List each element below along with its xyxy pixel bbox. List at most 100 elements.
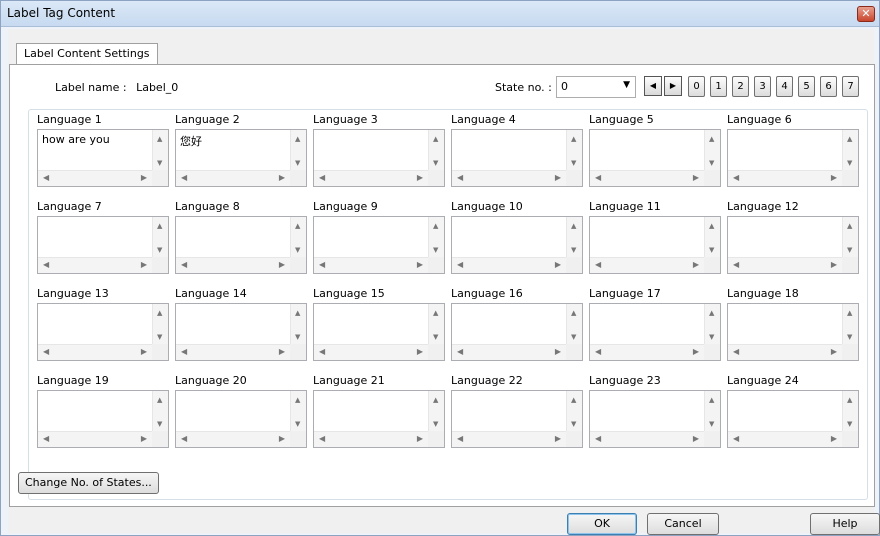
scroll-right-icon[interactable]: ▶ (417, 347, 423, 356)
scroll-down-icon[interactable]: ▼ (571, 420, 576, 428)
language-textbox[interactable]: ▲ ▼ ◀ ▶ (727, 129, 859, 187)
scroll-down-icon[interactable]: ▼ (571, 159, 576, 167)
language-textbox[interactable]: 您好 ▲ ▼ ◀ ▶ (175, 129, 307, 187)
scroll-right-icon[interactable]: ▶ (831, 347, 837, 356)
vertical-scrollbar[interactable]: ▲ ▼ (152, 130, 168, 171)
vertical-scrollbar[interactable]: ▲ ▼ (566, 217, 582, 258)
scroll-left-icon[interactable]: ◀ (43, 260, 49, 269)
scroll-left-icon[interactable]: ◀ (319, 347, 325, 356)
scroll-left-icon[interactable]: ◀ (457, 260, 463, 269)
scroll-left-icon[interactable]: ◀ (181, 347, 187, 356)
scroll-up-icon[interactable]: ▲ (571, 396, 576, 404)
scroll-right-icon[interactable]: ▶ (279, 434, 285, 443)
scroll-up-icon[interactable]: ▲ (433, 222, 438, 230)
scroll-left-icon[interactable]: ◀ (181, 260, 187, 269)
language-textbox[interactable]: ▲ ▼ ◀ ▶ (37, 390, 169, 448)
scroll-left-icon[interactable]: ◀ (595, 260, 601, 269)
horizontal-scrollbar[interactable]: ◀ ▶ (452, 257, 566, 273)
language-textbox[interactable]: how are you ▲ ▼ ◀ ▶ (37, 129, 169, 187)
language-textbox[interactable]: ▲ ▼ ◀ ▶ (451, 129, 583, 187)
vertical-scrollbar[interactable]: ▲ ▼ (428, 391, 444, 432)
scroll-down-icon[interactable]: ▼ (433, 159, 438, 167)
scroll-left-icon[interactable]: ◀ (733, 173, 739, 182)
horizontal-scrollbar[interactable]: ◀ ▶ (38, 170, 152, 186)
scroll-right-icon[interactable]: ▶ (831, 434, 837, 443)
scroll-left-icon[interactable]: ◀ (319, 173, 325, 182)
horizontal-scrollbar[interactable]: ◀ ▶ (176, 344, 290, 360)
scroll-right-icon[interactable]: ▶ (831, 260, 837, 269)
scroll-right-icon[interactable]: ▶ (141, 347, 147, 356)
scroll-up-icon[interactable]: ▲ (571, 222, 576, 230)
scroll-left-icon[interactable]: ◀ (733, 347, 739, 356)
scroll-up-icon[interactable]: ▲ (709, 135, 714, 143)
vertical-scrollbar[interactable]: ▲ ▼ (566, 130, 582, 171)
scroll-left-icon[interactable]: ◀ (595, 434, 601, 443)
vertical-scrollbar[interactable]: ▲ ▼ (566, 391, 582, 432)
horizontal-scrollbar[interactable]: ◀ ▶ (728, 257, 842, 273)
horizontal-scrollbar[interactable]: ◀ ▶ (728, 344, 842, 360)
language-textbox[interactable]: ▲ ▼ ◀ ▶ (589, 390, 721, 448)
vertical-scrollbar[interactable]: ▲ ▼ (842, 217, 858, 258)
scroll-up-icon[interactable]: ▲ (709, 309, 714, 317)
vertical-scrollbar[interactable]: ▲ ▼ (152, 304, 168, 345)
vertical-scrollbar[interactable]: ▲ ▼ (152, 391, 168, 432)
vertical-scrollbar[interactable]: ▲ ▼ (428, 130, 444, 171)
language-textbox[interactable]: ▲ ▼ ◀ ▶ (727, 390, 859, 448)
scroll-left-icon[interactable]: ◀ (43, 173, 49, 182)
language-textbox[interactable]: ▲ ▼ ◀ ▶ (313, 303, 445, 361)
language-textbox[interactable]: ▲ ▼ ◀ ▶ (727, 216, 859, 274)
language-textbox[interactable]: ▲ ▼ ◀ ▶ (589, 303, 721, 361)
vertical-scrollbar[interactable]: ▲ ▼ (566, 304, 582, 345)
scroll-left-icon[interactable]: ◀ (733, 434, 739, 443)
scroll-right-icon[interactable]: ▶ (279, 260, 285, 269)
scroll-left-icon[interactable]: ◀ (457, 434, 463, 443)
vertical-scrollbar[interactable]: ▲ ▼ (428, 217, 444, 258)
state-button-0[interactable]: 0 (688, 76, 705, 97)
language-textbox[interactable]: ▲ ▼ ◀ ▶ (313, 216, 445, 274)
vertical-scrollbar[interactable]: ▲ ▼ (290, 217, 306, 258)
horizontal-scrollbar[interactable]: ◀ ▶ (590, 344, 704, 360)
scroll-up-icon[interactable]: ▲ (571, 135, 576, 143)
scroll-down-icon[interactable]: ▼ (847, 420, 852, 428)
horizontal-scrollbar[interactable]: ◀ ▶ (590, 257, 704, 273)
scroll-down-icon[interactable]: ▼ (157, 420, 162, 428)
scroll-right-icon[interactable]: ▶ (693, 173, 699, 182)
scroll-down-icon[interactable]: ▼ (571, 246, 576, 254)
horizontal-scrollbar[interactable]: ◀ ▶ (590, 431, 704, 447)
scroll-left-icon[interactable]: ◀ (457, 173, 463, 182)
horizontal-scrollbar[interactable]: ◀ ▶ (176, 431, 290, 447)
scroll-right-icon[interactable]: ▶ (831, 173, 837, 182)
vertical-scrollbar[interactable]: ▲ ▼ (842, 130, 858, 171)
horizontal-scrollbar[interactable]: ◀ ▶ (728, 170, 842, 186)
scroll-down-icon[interactable]: ▼ (571, 333, 576, 341)
scroll-left-icon[interactable]: ◀ (43, 347, 49, 356)
scroll-up-icon[interactable]: ▲ (847, 222, 852, 230)
language-textbox[interactable]: ▲ ▼ ◀ ▶ (37, 216, 169, 274)
change-states-button[interactable]: Change No. of States... (18, 472, 159, 494)
language-textbox[interactable]: ▲ ▼ ◀ ▶ (37, 303, 169, 361)
language-textbox[interactable]: ▲ ▼ ◀ ▶ (589, 129, 721, 187)
scroll-right-icon[interactable]: ▶ (417, 434, 423, 443)
scroll-left-icon[interactable]: ◀ (733, 260, 739, 269)
scroll-down-icon[interactable]: ▼ (709, 420, 714, 428)
scroll-right-icon[interactable]: ▶ (555, 173, 561, 182)
vertical-scrollbar[interactable]: ▲ ▼ (290, 130, 306, 171)
horizontal-scrollbar[interactable]: ◀ ▶ (452, 344, 566, 360)
scroll-up-icon[interactable]: ▲ (295, 222, 300, 230)
scroll-right-icon[interactable]: ▶ (555, 347, 561, 356)
vertical-scrollbar[interactable]: ▲ ▼ (704, 304, 720, 345)
state-button-1[interactable]: 1 (710, 76, 727, 97)
scroll-right-icon[interactable]: ▶ (279, 347, 285, 356)
cancel-button[interactable]: Cancel (647, 513, 719, 535)
scroll-right-icon[interactable]: ▶ (141, 434, 147, 443)
scroll-down-icon[interactable]: ▼ (295, 246, 300, 254)
language-textbox[interactable]: ▲ ▼ ◀ ▶ (727, 303, 859, 361)
scroll-up-icon[interactable]: ▲ (295, 309, 300, 317)
scroll-right-icon[interactable]: ▶ (417, 260, 423, 269)
scroll-left-icon[interactable]: ◀ (181, 434, 187, 443)
language-textbox[interactable]: ▲ ▼ ◀ ▶ (451, 303, 583, 361)
scroll-up-icon[interactable]: ▲ (157, 222, 162, 230)
scroll-up-icon[interactable]: ▲ (571, 309, 576, 317)
horizontal-scrollbar[interactable]: ◀ ▶ (38, 344, 152, 360)
scroll-up-icon[interactable]: ▲ (847, 309, 852, 317)
